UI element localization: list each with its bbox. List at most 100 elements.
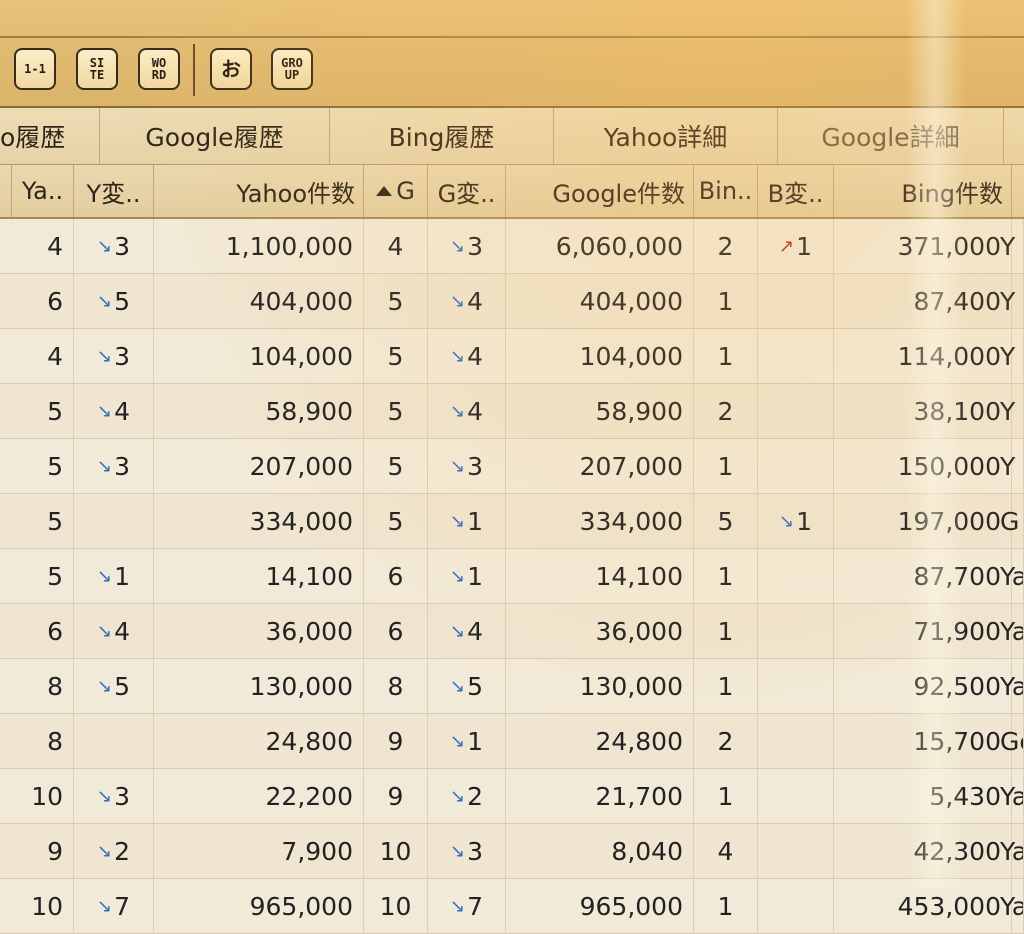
cell-bing-count: 38,100: [834, 384, 1012, 438]
header-google-count[interactable]: Google件数: [506, 165, 694, 217]
cell-google-rank-value: 10: [379, 891, 412, 921]
trend-up-icon: ↗: [779, 235, 795, 257]
table-row[interactable]: 6↘436,0006↘436,000171,900Ya: [0, 604, 1024, 659]
table-row[interactable]: 5 334,000 5 ↘ 1 334,000 5 ↘ 1 197,000 G: [0, 494, 1024, 549]
header-google-change[interactable]: G変..: [428, 165, 506, 217]
cell-yahoo-rank-value: 6: [47, 286, 63, 316]
cell-google-change-value: 4: [467, 396, 483, 426]
cell-yahoo-count: 207,000: [154, 439, 364, 493]
cell-bing-change: [758, 604, 834, 658]
trend-down-icon: ↘: [97, 455, 113, 477]
cell-yahoo-count-value: 7,900: [281, 836, 353, 866]
cell-yahoo-count: 334,000: [154, 494, 364, 548]
cell-engine-value: Y: [1000, 286, 1016, 316]
cell-google-count: 21,700: [506, 769, 694, 823]
table-row[interactable]: 8 24,800 9 ↘1 24,800 2 15,700Go: [0, 714, 1024, 769]
table-row[interactable]: 10↘7965,00010↘7965,0001453,000Yal: [0, 879, 1024, 934]
header-row-selector: [0, 165, 12, 217]
cell-google-count: 6,060,000: [506, 219, 694, 273]
cell-bing-rank: 1: [694, 549, 758, 603]
cell-yahoo-change-value: 7: [114, 891, 130, 921]
cell-google-change-value: 3: [467, 451, 483, 481]
cell-google-count-value: 104,000: [579, 341, 683, 371]
hiragana-o-button[interactable]: お: [210, 48, 252, 90]
cell-yahoo-count-value: 334,000: [249, 506, 353, 536]
header-bing-count[interactable]: Bing件数: [834, 165, 1012, 217]
header-bing-rank[interactable]: Bin..: [694, 165, 758, 217]
header-yahoo-rank[interactable]: Ya..: [12, 165, 74, 217]
header-yahoo-count[interactable]: Yahoo件数: [154, 165, 364, 217]
cell-google-rank: 5: [364, 329, 428, 383]
group-overflow: [1004, 108, 1024, 164]
cell-yahoo-change: ↘ 2: [74, 824, 154, 878]
trend-down-icon: ↘: [779, 510, 795, 532]
cell-google-rank: 5: [364, 274, 428, 328]
group-button[interactable]: GRO UP: [271, 48, 313, 90]
cell-yahoo-change-value: 1: [114, 561, 130, 591]
trend-down-icon: ↘: [450, 565, 466, 587]
table-row[interactable]: 5 ↘ 4 58,900 5 ↘ 4 58,900 2 38,100 Y: [0, 384, 1024, 439]
cell-bing-change-value: 1: [796, 506, 812, 536]
cell-bing-rank: 5: [694, 494, 758, 548]
cell-bing-rank-value: 1: [717, 671, 734, 701]
header-yahoo-change[interactable]: Y変..: [74, 165, 154, 217]
cell-bing-rank-value: 2: [717, 396, 734, 426]
header-bing-change[interactable]: B変..: [758, 165, 834, 217]
table-row[interactable]: 4 ↘ 3 104,000 5 ↘ 4 104,000 1 114,000 Y: [0, 329, 1024, 384]
cell-yahoo-change: ↘ 3: [74, 219, 154, 273]
cell-google-count: 24,800: [506, 714, 694, 768]
cell-google-count: 14,100: [506, 549, 694, 603]
table-row[interactable]: 9↘27,90010↘38,040442,300Yal: [0, 824, 1024, 879]
site-button[interactable]: SI TE: [76, 48, 118, 90]
results-table: 4 ↘ 3 1,100,000 4 ↘ 3 6,060,000 2 ↗ 1 371,000 Y 6 ↘ 5 40…: [0, 219, 1024, 934]
cell-yahoo-change: [74, 714, 154, 768]
table-row[interactable]: 4 ↘ 3 1,100,000 4 ↘ 3 6,060,000 2 ↗ 1 371,000 Y: [0, 219, 1024, 274]
cell-google-count: 58,900: [506, 384, 694, 438]
cell-google-rank-value: 5: [387, 451, 404, 481]
group-bing-history[interactable]: Bing履歴: [330, 108, 554, 164]
cell-google-change-value: 7: [467, 891, 483, 921]
cell-yahoo-change: [74, 494, 154, 548]
cell-google-count-value: 6,060,000: [555, 231, 683, 261]
cell-yahoo-count-value: 36,000: [265, 616, 353, 646]
group-google-detail[interactable]: Google詳細: [778, 108, 1004, 164]
cell-bing-rank-value: 2: [717, 231, 734, 261]
cell-google-count: 334,000: [506, 494, 694, 548]
table-row[interactable]: 5↘114,1006↘114,100187,700Ya: [0, 549, 1024, 604]
cell-yahoo-rank: 4: [12, 329, 74, 383]
one-to-one-button[interactable]: 1-1: [14, 48, 56, 90]
cell-google-rank: 4: [364, 219, 428, 273]
cell-google-change-value: 3: [467, 231, 483, 261]
cell-bing-count-value: 453,000: [897, 891, 1001, 921]
cell-google-rank-value: 5: [387, 506, 404, 536]
cell-yahoo-rank: 4: [12, 219, 74, 273]
group-yahoo-history[interactable]: o履歴: [0, 108, 100, 164]
cell-google-change: ↘ 1: [428, 494, 506, 548]
table-row[interactable]: 6 ↘ 5 404,000 5 ↘ 4 404,000 1 87,400 Y: [0, 274, 1024, 329]
cell-yahoo-rank-value: 5: [47, 396, 63, 426]
cell-yahoo-count-value: 58,900: [265, 396, 353, 426]
cell-yahoo-rank: 6: [12, 274, 74, 328]
table-row[interactable]: 10↘322,2009↘221,70015,430Ya: [0, 769, 1024, 824]
group-google-history[interactable]: Google履歴: [100, 108, 330, 164]
word-button[interactable]: WO RD: [138, 48, 180, 90]
cell-google-rank: 9: [364, 769, 428, 823]
header-google-rank[interactable]: G: [364, 165, 428, 217]
cell-engine-value: Ya: [1000, 561, 1023, 591]
cell-google-change-value: 3: [467, 836, 483, 866]
cell-google-rank: 9: [364, 714, 428, 768]
cell-bing-count-value: 71,900: [913, 616, 1001, 646]
cell-engine: Y: [1000, 329, 1024, 383]
table-row[interactable]: 8↘5130,0008↘5130,000192,500Ya: [0, 659, 1024, 714]
cell-google-rank-value: 10: [379, 836, 412, 866]
trend-down-icon: ↘: [450, 730, 466, 752]
cell-bing-count: 197,000: [834, 494, 1012, 548]
cell-bing-change: ↗ 1: [758, 219, 834, 273]
cell-bing-change: [758, 824, 834, 878]
cell-bing-count: 87,700: [834, 549, 1012, 603]
table-row[interactable]: 5 ↘ 3 207,000 5 ↘ 3 207,000 1 150,000 Y: [0, 439, 1024, 494]
cell-google-rank-value: 5: [387, 286, 404, 316]
group-yahoo-detail[interactable]: Yahoo詳細: [554, 108, 778, 164]
cell-yahoo-change: ↘ 3: [74, 769, 154, 823]
trend-down-icon: ↘: [97, 675, 113, 697]
